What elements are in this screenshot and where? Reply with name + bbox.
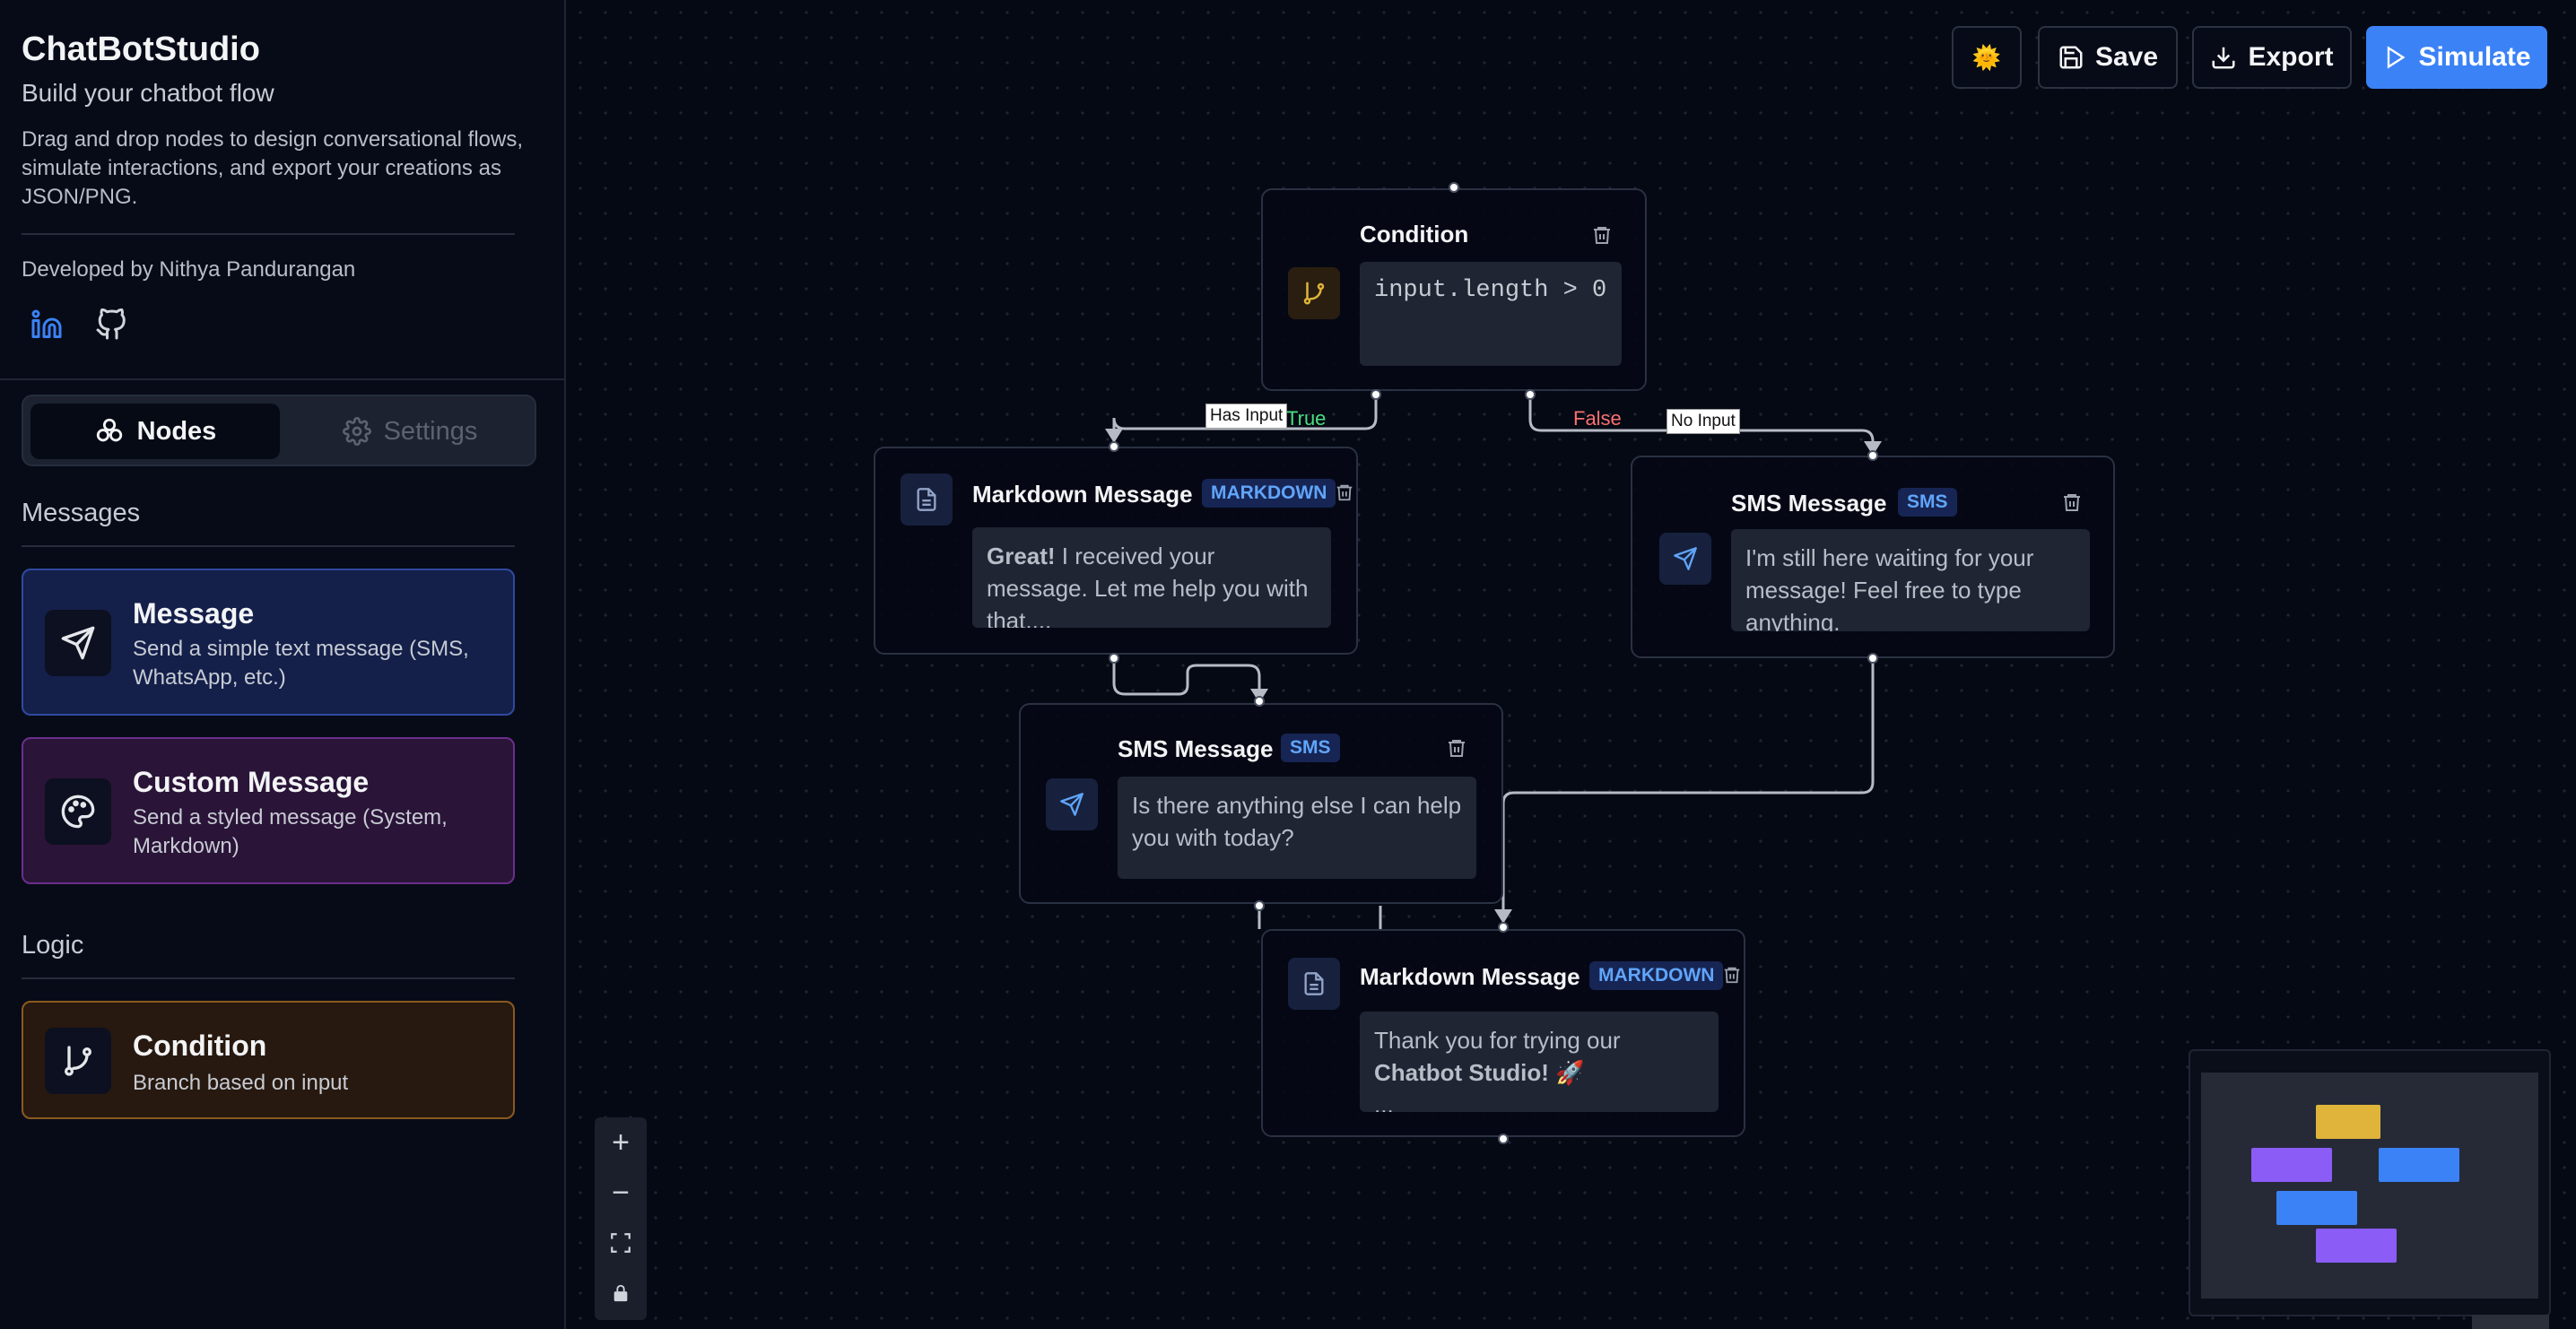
node-badge: SMS <box>1281 734 1340 762</box>
edge-sms-md2 <box>1501 658 1875 918</box>
export-label: Export <box>2248 42 2334 72</box>
message-bold: Great! <box>987 543 1056 569</box>
send-icon <box>1659 533 1711 585</box>
node-title: Condition <box>1360 221 1469 248</box>
save-icon <box>2059 46 2083 69</box>
target-handle[interactable] <box>1254 696 1265 707</box>
sun-icon: 🌞 <box>1971 43 2002 71</box>
node-title: Markdown Message <box>1360 963 1580 990</box>
message-more: ... <box>1374 1091 1394 1112</box>
node-title: Markdown Message <box>972 481 1193 508</box>
node-title: SMS Message <box>1118 735 1274 762</box>
condition-expression[interactable]: input.length > 0 <box>1360 262 1622 366</box>
document-icon <box>1288 958 1340 1010</box>
trash-icon[interactable] <box>1335 482 1356 504</box>
node-title: SMS Message <box>1731 490 1887 517</box>
theme-toggle-button[interactable]: 🌞 <box>1952 26 2022 89</box>
flow-node-sms-2[interactable]: SMS Message SMS I'm still here waiting f… <box>1631 456 2115 658</box>
trash-icon[interactable] <box>1722 965 1744 986</box>
target-handle[interactable] <box>1449 182 1459 193</box>
edge-label-has-input: Has Input <box>1205 404 1288 429</box>
document-icon <box>901 473 953 526</box>
message-bold: Chatbot Studio! 🚀 <box>1374 1059 1585 1086</box>
message-content[interactable]: Thank you for trying our Chatbot Studio!… <box>1360 1012 1719 1112</box>
lock-icon <box>614 1284 628 1302</box>
minimap-viewport <box>2201 1073 2538 1299</box>
attribution-tab <box>2472 1315 2549 1329</box>
target-handle[interactable] <box>1498 922 1509 933</box>
lock-button[interactable] <box>595 1268 647 1318</box>
fit-view-icon <box>611 1233 631 1253</box>
message-text: Thank you for trying our <box>1374 1027 1621 1054</box>
flow-node-markdown-2[interactable]: Markdown Message MARKDOWN Thank you for … <box>1261 929 1745 1137</box>
trash-icon[interactable] <box>1446 737 1467 759</box>
edge-label-true: True <box>1286 407 1327 430</box>
trash-icon[interactable] <box>1591 224 1613 246</box>
edge-label-no-input: No Input <box>1667 409 1740 434</box>
flow-node-condition[interactable]: Condition input.length > 0 <box>1261 188 1647 391</box>
minimap-node <box>2316 1229 2397 1263</box>
source-handle[interactable] <box>1254 900 1265 911</box>
node-badge: MARKDOWN <box>1589 961 1724 990</box>
source-handle-true[interactable] <box>1371 389 1381 400</box>
source-handle[interactable] <box>1498 1134 1509 1144</box>
zoom-out-button[interactable]: − <box>595 1168 647 1218</box>
minimap[interactable] <box>2189 1049 2551 1316</box>
simulate-label: Simulate <box>2418 42 2531 72</box>
flow-node-markdown-1[interactable]: Markdown Message MARKDOWN Great! I recei… <box>874 447 1358 655</box>
source-handle[interactable] <box>1109 653 1119 664</box>
save-button[interactable]: Save <box>2038 26 2178 89</box>
minimap-node <box>2276 1191 2357 1225</box>
zoom-in-button[interactable]: + <box>595 1117 647 1168</box>
message-content[interactable]: Great! I received your message. Let me h… <box>972 527 1331 628</box>
minimap-node <box>2251 1148 2332 1182</box>
trash-icon[interactable] <box>2061 491 2083 513</box>
node-badge: MARKDOWN <box>1202 479 1336 508</box>
target-handle[interactable] <box>1867 450 1878 461</box>
minimap-node <box>2379 1148 2459 1182</box>
edge-label-false: False <box>1573 407 1622 430</box>
minimap-node <box>2316 1105 2380 1139</box>
message-content[interactable]: Is there anything else I can help you wi… <box>1118 777 1476 879</box>
message-content[interactable]: I'm still here waiting for your message!… <box>1731 529 2090 631</box>
node-badge: SMS <box>1898 488 1957 517</box>
send-icon <box>1046 778 1098 830</box>
canvas-controls: + − <box>595 1117 647 1320</box>
source-handle-false[interactable] <box>1525 389 1536 400</box>
save-label: Save <box>2094 42 2159 72</box>
edge-md1-sms <box>1112 658 1261 696</box>
simulate-button[interactable]: Simulate <box>2366 26 2547 89</box>
branch-icon <box>1288 267 1340 319</box>
flow-node-sms-1[interactable]: SMS Message SMS Is there anything else I… <box>1019 703 1503 904</box>
play-icon <box>2388 46 2406 69</box>
download-icon <box>2212 47 2235 69</box>
target-handle[interactable] <box>1109 441 1119 452</box>
export-button[interactable]: Export <box>2192 26 2352 89</box>
fit-view-button[interactable] <box>595 1218 647 1268</box>
source-handle[interactable] <box>1867 653 1878 664</box>
